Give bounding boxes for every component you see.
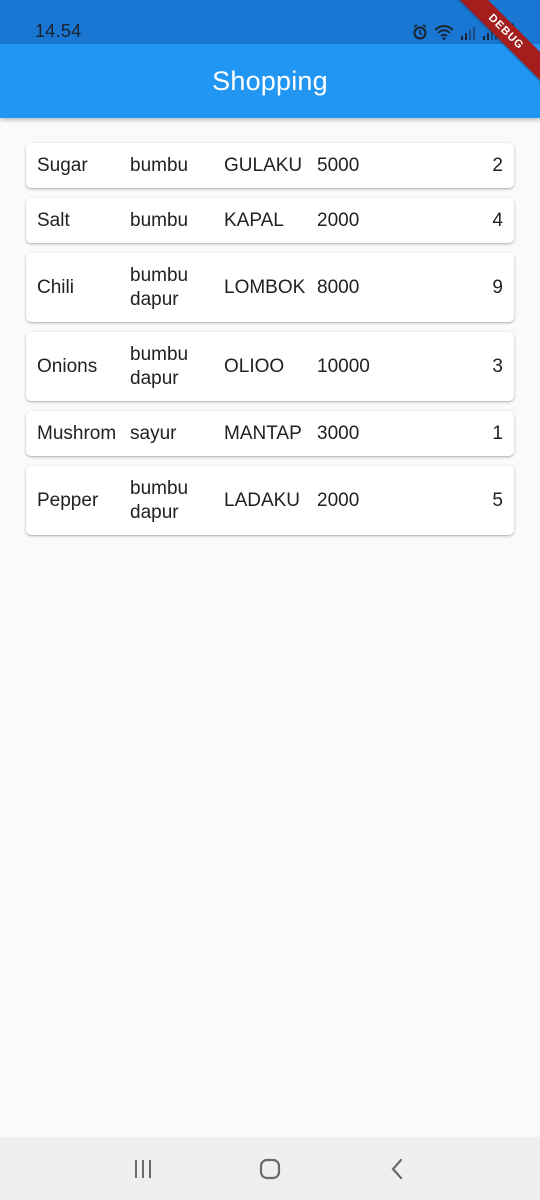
item-brand: GULAKU bbox=[224, 154, 303, 176]
back-icon bbox=[391, 1158, 402, 1179]
app-screen: 14.54 DEBUG Shopping Sugar bumbu GULAKU … bbox=[0, 0, 540, 1200]
item-quantity: 3 bbox=[492, 355, 503, 377]
item-brand: MANTAP bbox=[224, 422, 302, 444]
page-title: Shopping bbox=[212, 65, 328, 96]
item-name: Salt bbox=[37, 209, 70, 231]
list-item[interactable]: Chili bumbu dapur LOMBOK 8000 9 bbox=[26, 253, 514, 322]
item-category: bumbu bbox=[130, 209, 189, 231]
item-brand: LADAKU bbox=[224, 489, 301, 511]
item-price: 8000 bbox=[317, 276, 360, 298]
item-category: bumbu dapur bbox=[130, 477, 189, 523]
item-category: sayur bbox=[130, 422, 177, 444]
home-button[interactable] bbox=[250, 1149, 290, 1189]
signal-icon bbox=[461, 27, 475, 40]
item-quantity: 5 bbox=[492, 489, 503, 511]
item-name: Pepper bbox=[37, 489, 99, 511]
list-item[interactable]: Sugar bumbu GULAKU 5000 2 bbox=[26, 143, 514, 188]
item-name: Onions bbox=[37, 355, 98, 377]
wifi-icon bbox=[434, 25, 454, 40]
battery-charging-icon bbox=[504, 22, 514, 40]
item-price: 2000 bbox=[317, 209, 360, 231]
item-brand: KAPAL bbox=[224, 209, 284, 231]
recent-apps-button[interactable] bbox=[123, 1149, 163, 1189]
list-item[interactable]: Mushrom sayur MANTAP 3000 1 bbox=[26, 411, 514, 456]
item-price: 10000 bbox=[317, 355, 370, 377]
item-name: Chili bbox=[37, 276, 74, 298]
item-quantity: 9 bbox=[492, 276, 503, 298]
item-quantity: 1 bbox=[492, 422, 503, 444]
home-icon bbox=[259, 1158, 281, 1179]
alarm-icon bbox=[413, 24, 427, 40]
status-bar: 14.54 bbox=[0, 0, 540, 44]
item-category: bumbu dapur bbox=[130, 343, 189, 389]
shopping-list: Sugar bumbu GULAKU 5000 2 Salt bumbu KAP… bbox=[26, 143, 514, 545]
item-price: 5000 bbox=[317, 154, 360, 176]
item-brand: OLIOO bbox=[224, 355, 285, 377]
signal-icon bbox=[483, 27, 497, 40]
item-name: Mushrom bbox=[37, 422, 117, 444]
list-item[interactable]: Salt bumbu KAPAL 2000 4 bbox=[26, 198, 514, 243]
item-brand: LOMBOK bbox=[224, 276, 306, 298]
system-nav-bar bbox=[0, 1137, 540, 1200]
item-category: bumbu bbox=[130, 154, 189, 176]
item-price: 2000 bbox=[317, 489, 360, 511]
item-name: Sugar bbox=[37, 154, 88, 176]
item-quantity: 4 bbox=[492, 209, 503, 231]
item-category: bumbu dapur bbox=[130, 264, 189, 310]
recent-apps-icon bbox=[135, 1159, 152, 1178]
back-button[interactable] bbox=[377, 1149, 417, 1189]
app-bar: Shopping bbox=[0, 44, 540, 118]
status-time: 14.54 bbox=[35, 21, 82, 41]
list-item[interactable]: Pepper bumbu dapur LADAKU 2000 5 bbox=[26, 466, 514, 535]
list-item[interactable]: Onions bumbu dapur OLIOO 10000 3 bbox=[26, 332, 514, 401]
item-price: 3000 bbox=[317, 422, 360, 444]
item-quantity: 2 bbox=[492, 154, 503, 176]
status-icons bbox=[412, 22, 514, 40]
